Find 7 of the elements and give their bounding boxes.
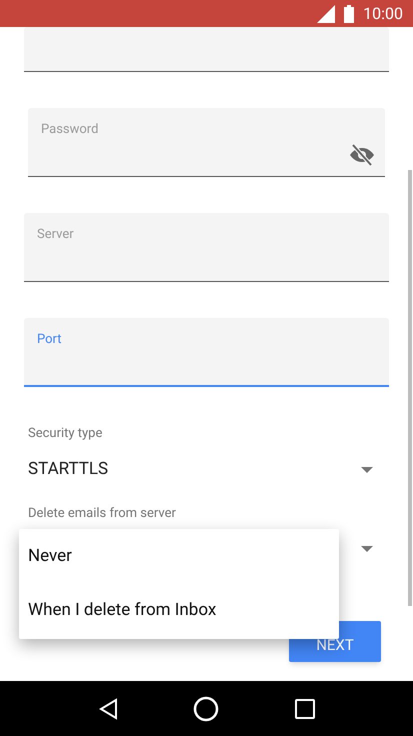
clock: 10:00 — [363, 2, 403, 24]
field-label: Server — [37, 226, 75, 244]
field-label: Password — [41, 121, 100, 139]
select-label: Delete emails from server — [28, 504, 177, 522]
dropdown-value: STARTTLS — [28, 458, 108, 481]
field-label: Port — [37, 331, 63, 349]
select-label: Security type — [28, 425, 104, 443]
